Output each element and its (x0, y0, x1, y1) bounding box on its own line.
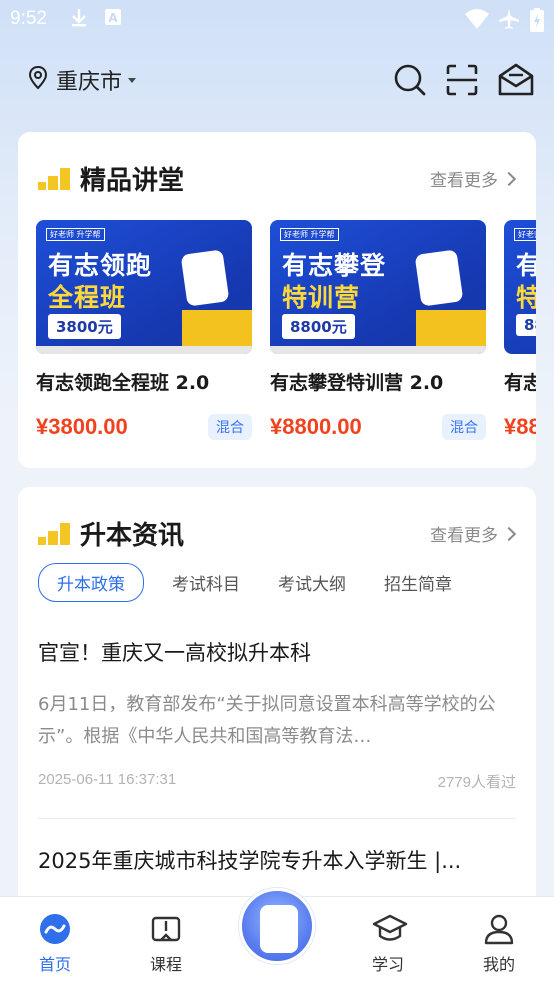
chevron-right-icon (501, 171, 517, 186)
view-more-label: 查看更多 (430, 171, 498, 191)
status-bar: 9:52 A (0, 0, 554, 38)
course-price: ¥3800.00 (36, 414, 128, 439)
news-time: 2025-06-11 16:37:31 (38, 771, 177, 788)
news-views: 2779人看过 (437, 774, 516, 791)
section-header: 精品讲堂 (38, 160, 184, 197)
nav-label: 学习 (371, 955, 404, 974)
nav-courses[interactable]: 课程 (111, 897, 221, 984)
featured-courses-card: 精品讲堂 查看更多 好老师 升学帮 有志领跑 全程班 3800元 有志领跑全程班… (18, 132, 536, 468)
news-tabs: 升本政策 考试科目 考试大纲 招生简章 (38, 563, 490, 602)
view-more-link[interactable]: 查看更多 (430, 166, 517, 191)
chevron-right-icon (501, 526, 517, 541)
news-title: 2025年重庆城市科技学院专升本入学新生 |... (38, 849, 462, 873)
poster-steps-graphic (416, 310, 486, 346)
course-card[interactable]: 好老师 升学帮 有 特 88 有志 ¥88 (504, 220, 536, 450)
divider (38, 818, 516, 819)
section-mark-icon (38, 522, 70, 545)
tab-admission-guide[interactable]: 招生简章 (384, 570, 452, 595)
mascot-illustration (414, 249, 464, 307)
battery-icon (530, 8, 544, 36)
section-mark-icon (38, 167, 70, 190)
mascot-center-button[interactable] (239, 888, 315, 964)
course-poster: 好老师 升学帮 有志领跑 全程班 3800元 (36, 220, 252, 354)
course-name: 有志攀登特训营 2.0 (270, 372, 444, 394)
nav-label: 我的 (482, 955, 515, 974)
course-name: 有志领跑全程班 2.0 (36, 372, 210, 394)
news-title: 官宣！重庆又一高校拟升本科 (38, 641, 311, 665)
poster-tag: 好老师 升学帮 (280, 228, 339, 241)
course-poster: 好老师 升学帮 有志攀登 特训营 8800元 (270, 220, 486, 354)
nav-home[interactable]: 首页 (0, 897, 110, 984)
tab-exam-subjects[interactable]: 考试科目 (172, 570, 240, 595)
news-summary: 6月11日，教育部发布“关于拟同意设置本科高等学校的公示”。根据《中华人民共和国… (38, 694, 496, 747)
course-poster: 好老师 升学帮 有 特 88 (504, 220, 536, 354)
view-more-link[interactable]: 查看更多 (430, 521, 517, 546)
poster-headline: 有 (516, 251, 536, 280)
search-icon (394, 64, 426, 96)
dropdown-caret-icon (128, 77, 137, 83)
poster-footer (270, 346, 486, 354)
poster-price: 8800元 (282, 314, 355, 339)
top-header: 重庆市 (0, 50, 554, 110)
news-meta: 2025-06-11 16:37:31 2779人看过 (38, 771, 516, 792)
download-icon (70, 8, 88, 32)
course-price: ¥88 (504, 414, 536, 439)
tab-policy[interactable]: 升本政策 (38, 563, 144, 602)
graduation-cap-icon (372, 914, 408, 941)
section-header: 升本资讯 (38, 515, 184, 552)
mail-icon (498, 63, 534, 96)
city-name: 重庆市 (56, 70, 123, 95)
course-type-badge: 混合 (208, 414, 252, 440)
a-notification-icon: A (104, 8, 122, 30)
view-more-label: 查看更多 (430, 526, 498, 546)
search-button[interactable] (392, 62, 428, 98)
poster-tag: 好老师 升学帮 (514, 228, 536, 241)
poster-price: 3800元 (48, 314, 121, 339)
poster-price: 88 (516, 314, 536, 336)
scan-button[interactable] (444, 62, 480, 98)
airplane-mode-icon (498, 8, 520, 34)
nav-study[interactable]: 学习 (333, 897, 443, 984)
poster-headline: 有志攀登 (282, 251, 387, 280)
news-item[interactable]: 官宣！重庆又一高校拟升本科 6月11日，教育部发布“关于拟同意设置本科高等学校的… (38, 637, 516, 792)
nav-label: 首页 (38, 955, 71, 974)
location-pin-icon (28, 65, 48, 94)
course-card[interactable]: 好老师 升学帮 有志攀登 特训营 8800元 有志攀登特训营 2.0 ¥8800… (270, 220, 486, 450)
course-type-badge: 混合 (442, 414, 486, 440)
poster-tag: 好老师 升学帮 (46, 228, 105, 241)
scan-icon (446, 64, 478, 96)
wifi-icon (464, 8, 490, 34)
news-card: 升本资讯 查看更多 升本政策 考试科目 考试大纲 招生简章 官宣！重庆又一高校拟… (18, 487, 536, 917)
svg-text:A: A (108, 11, 118, 25)
poster-subline: 全程班 (48, 283, 127, 312)
poster-headline: 有志领跑 (48, 251, 153, 280)
user-icon (484, 914, 514, 945)
news-item[interactable]: 2025年重庆城市科技学院专升本入学新生 |... (38, 845, 516, 875)
poster-footer (36, 346, 252, 354)
mascot-icon (260, 905, 298, 953)
book-icon (151, 916, 181, 942)
section-title: 升本资讯 (80, 521, 185, 551)
course-name: 有志 (504, 372, 536, 394)
nav-profile[interactable]: 我的 (444, 897, 554, 984)
nav-label: 课程 (149, 955, 182, 974)
course-card[interactable]: 好老师 升学帮 有志领跑 全程班 3800元 有志领跑全程班 2.0 ¥3800… (36, 220, 252, 450)
course-price: ¥8800.00 (270, 414, 362, 439)
status-time: 9:52 (10, 8, 47, 29)
poster-subline: 特 (516, 283, 536, 312)
mascot-illustration (180, 249, 230, 307)
poster-steps-graphic (182, 310, 252, 346)
city-selector[interactable]: 重庆市 (28, 64, 137, 96)
home-icon (40, 914, 70, 944)
section-title: 精品讲堂 (80, 166, 185, 196)
messages-button[interactable] (497, 62, 534, 98)
tab-exam-syllabus[interactable]: 考试大纲 (278, 570, 346, 595)
poster-subline: 特训营 (282, 283, 361, 312)
